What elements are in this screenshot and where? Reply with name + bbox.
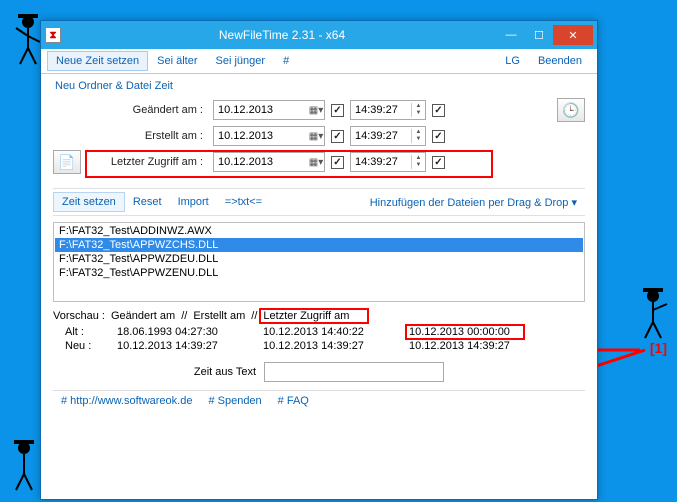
preview-area: Vorschau : Geändert am // Erstellt am //… [53,310,585,352]
desktop-doodle-graduate-br [633,282,673,342]
time-created[interactable]: 14:39:27 ▲▼ [350,126,426,146]
label-created: Erstellt am : [87,130,207,142]
maximize-button[interactable]: ☐ [525,25,553,45]
new-modified: 10.12.2013 14:39:27 [117,340,247,352]
time-modified[interactable]: 14:39:27 ▲▼ [350,100,426,120]
chk-created-time[interactable] [432,130,445,143]
calendar-icon[interactable]: ▦▾ [308,131,324,142]
chk-accessed-time[interactable] [432,156,445,169]
tab-quit[interactable]: Beenden [529,51,591,71]
time-from-text-input[interactable] [264,362,444,382]
list-item[interactable]: F:\FAT32_Test\APPWZDEU.DLL [55,252,583,266]
spinner-icon[interactable]: ▲▼ [411,129,425,143]
tab-be-older[interactable]: Sei älter [148,51,206,71]
col-accessed: Letzter Zugriff am [263,310,349,322]
new-accessed: 10.12.2013 14:39:27 [409,340,539,352]
app-window: ⧗ NewFileTime 2.31 - x64 — ☐ ✕ Neue Zeit… [40,20,598,500]
minimize-button[interactable]: — [497,25,525,45]
close-button[interactable]: ✕ [553,25,593,45]
reset-button[interactable]: Reset [125,193,170,211]
row-created: Erstellt am : 10.12.2013 ▦▾ 14:39:27 ▲▼ [53,124,585,148]
footer-link-site[interactable]: # http://www.softwareok.de [61,395,192,407]
list-item[interactable]: F:\FAT32_Test\APPWZENU.DLL [55,266,583,280]
tab-be-younger[interactable]: Sei jünger [207,51,275,71]
footer-link-faq[interactable]: # FAQ [278,395,309,407]
time-accessed[interactable]: 14:39:27 ▲▼ [350,152,426,172]
app-icon: ⧗ [45,27,61,43]
preview-label: Vorschau : [53,310,105,322]
desktop-doodle-graduate-bl [4,434,44,494]
chk-modified-time[interactable] [432,104,445,117]
titlebar[interactable]: ⧗ NewFileTime 2.31 - x64 — ☐ ✕ [41,21,597,49]
export-txt-button[interactable]: =>txt<= [217,193,270,211]
old-accessed: 10.12.2013 00:00:00 [409,326,510,338]
spinner-icon[interactable]: ▲▼ [411,155,425,169]
now-button[interactable]: 🕒 [557,98,585,122]
date-accessed[interactable]: 10.12.2013 ▦▾ [213,152,325,172]
footer-link-donate[interactable]: # Spenden [208,395,261,407]
footer-links: # http://www.softwareok.de # Spenden # F… [53,390,585,407]
time-from-text-row: Zeit aus Text [53,362,585,382]
label-modified: Geändert am : [87,104,207,116]
calendar-icon[interactable]: ▦▾ [308,105,324,116]
old-label: Alt : [65,326,101,338]
from-file-button[interactable]: 📄 [53,150,81,174]
tab-hash[interactable]: # [274,51,298,71]
tab-set-new-time[interactable]: Neue Zeit setzen [47,51,148,71]
tab-lg[interactable]: LG [496,51,529,71]
set-time-button[interactable]: Zeit setzen [53,192,125,212]
add-files-menu[interactable]: Hinzufügen der Dateien per Drag & Drop ▾ [362,193,585,212]
label-accessed: Letzter Zugriff am : [87,156,207,168]
file-list[interactable]: F:\FAT32_Test\ADDINWZ.AWX F:\FAT32_Test\… [53,222,585,302]
preview-row-old: Alt : 18.06.1993 04:27:30 10.12.2013 14:… [53,326,585,338]
list-item[interactable]: F:\FAT32_Test\ADDINWZ.AWX [55,224,583,238]
group-title: Neu Ordner & Datei Zeit [55,80,585,92]
old-created: 10.12.2013 14:40:22 [263,326,393,338]
col-created: Erstellt am [193,310,245,322]
window-title: NewFileTime 2.31 - x64 [67,28,497,42]
col-modified: Geändert am [111,310,175,322]
row-accessed: 📄 Letzter Zugriff am : 10.12.2013 ▦▾ 14:… [53,150,585,174]
date-modified[interactable]: 10.12.2013 ▦▾ [213,100,325,120]
action-toolbar: Zeit setzen Reset Import =>txt<= Hinzufü… [53,188,585,216]
preview-row-new: Neu : 10.12.2013 14:39:27 10.12.2013 14:… [53,340,585,352]
spinner-icon[interactable]: ▲▼ [411,103,425,117]
chk-created-date[interactable] [331,130,344,143]
chk-modified-date[interactable] [331,104,344,117]
new-created: 10.12.2013 14:39:27 [263,340,393,352]
row-modified: Geändert am : 10.12.2013 ▦▾ 14:39:27 ▲▼ … [53,98,585,122]
import-button[interactable]: Import [170,193,217,211]
main-toolbar: Neue Zeit setzen Sei älter Sei jünger # … [41,49,597,74]
new-label: Neu : [65,340,101,352]
calendar-icon[interactable]: ▦▾ [308,157,324,168]
chk-accessed-date[interactable] [331,156,344,169]
list-item[interactable]: F:\FAT32_Test\APPWZCHS.DLL [55,238,583,252]
old-modified: 18.06.1993 04:27:30 [117,326,247,338]
date-created[interactable]: 10.12.2013 ▦▾ [213,126,325,146]
annotation-label-1: [1] [650,340,667,356]
time-from-text-label: Zeit aus Text [194,366,256,378]
